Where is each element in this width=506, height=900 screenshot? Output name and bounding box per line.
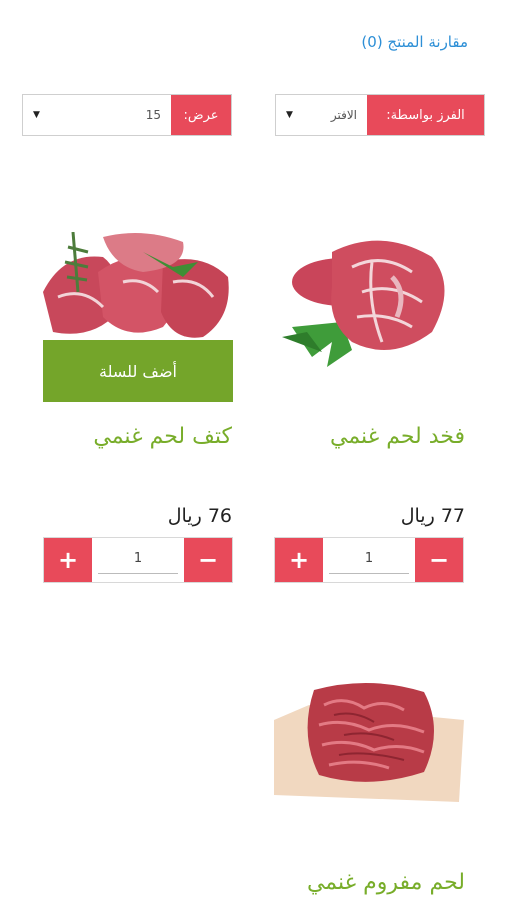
minced-lamb-meat-image[interactable] — [274, 680, 464, 802]
plus-icon: + — [57, 546, 79, 574]
product-price: 77 ريال — [400, 505, 465, 527]
show-count-select[interactable]: عرض: 15 ▼ — [22, 94, 232, 136]
sort-by-select[interactable]: الفرز بواسطة: الافتر ▼ — [275, 94, 485, 136]
quantity-input[interactable]: 1 — [98, 544, 178, 574]
decrease-quantity-button[interactable]: − — [184, 538, 232, 582]
quantity-stepper[interactable]: + 1 − — [274, 537, 464, 583]
caret-down-icon: ▼ — [286, 110, 293, 120]
sort-by-label: الفرز بواسطة: — [367, 95, 484, 135]
show-count-selected: 15 — [145, 108, 161, 122]
increase-quantity-button[interactable]: + — [275, 538, 323, 582]
product-name[interactable]: لحم مفروم غنمي — [307, 870, 465, 895]
sort-by-selected: الافتر — [330, 108, 357, 122]
sort-by-value[interactable]: الافتر ▼ — [276, 95, 367, 135]
product-price: 76 ريال — [167, 505, 232, 527]
lamb-leg-meat-image[interactable] — [272, 232, 464, 370]
product-name[interactable]: كتف لحم غنمي — [93, 424, 232, 449]
increase-quantity-button[interactable]: + — [44, 538, 92, 582]
show-count-value[interactable]: 15 ▼ — [23, 95, 171, 135]
minus-icon: − — [197, 546, 219, 574]
product-compare-link[interactable]: مقارنة المنتج (0) — [361, 33, 468, 51]
quantity-input[interactable]: 1 — [329, 544, 409, 574]
plus-icon: + — [288, 546, 310, 574]
add-to-cart-button[interactable]: أضف للسلة — [43, 340, 233, 402]
decrease-quantity-button[interactable]: − — [415, 538, 463, 582]
caret-down-icon: ▼ — [33, 110, 40, 120]
minus-icon: − — [428, 546, 450, 574]
product-name[interactable]: فخد لحم غنمي — [330, 424, 465, 449]
quantity-stepper[interactable]: + 1 − — [43, 537, 233, 583]
lamb-shoulder-meat-image[interactable] — [43, 232, 233, 342]
show-count-label: عرض: — [171, 95, 231, 135]
